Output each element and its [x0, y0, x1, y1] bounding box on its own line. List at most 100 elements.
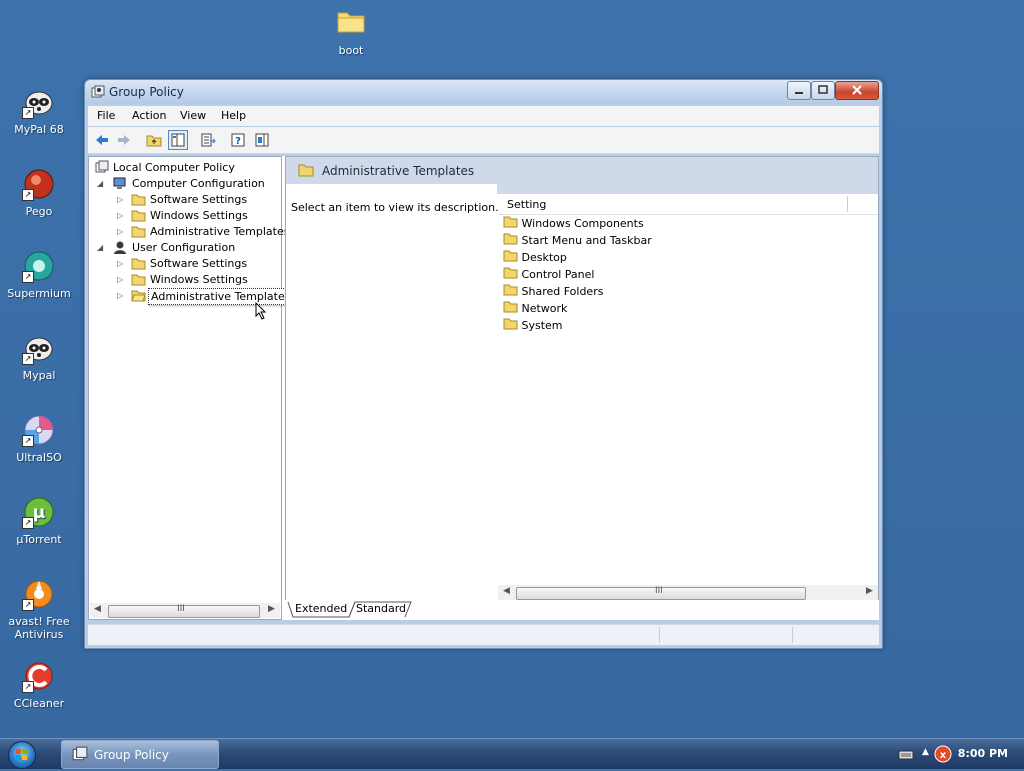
- svg-text:µ: µ: [33, 503, 46, 523]
- collapsed-arrow-icon[interactable]: ▷: [117, 256, 125, 271]
- details-title: Administrative Templates: [322, 164, 475, 178]
- taskbar-button-group-policy[interactable]: Group Policy: [61, 740, 219, 769]
- shortcut-arrow-icon: ↗: [22, 599, 34, 611]
- show-hidden-icons-arrow-icon[interactable]: ▲: [922, 747, 929, 757]
- setting-column-header[interactable]: Setting: [498, 194, 878, 215]
- list-item-control-panel[interactable]: Control Panel: [503, 266, 594, 283]
- show-hide-tree-button[interactable]: [168, 130, 188, 150]
- help-button[interactable]: ?: [229, 131, 247, 149]
- expanded-arrow-icon[interactable]: ◢: [97, 176, 105, 191]
- desktop-icon-ultraiso[interactable]: ↗ UltraISO: [0, 413, 78, 464]
- utorrent-icon: µ ↗: [22, 495, 56, 529]
- up-one-level-button[interactable]: [145, 131, 163, 149]
- scroll-thumb[interactable]: III: [516, 586, 806, 600]
- windows-logo-icon: [16, 749, 27, 760]
- minimize-button[interactable]: [787, 81, 811, 100]
- group-policy-icon: [91, 85, 105, 99]
- desktop-icon-utorrent[interactable]: µ ↗ µTorrent: [0, 495, 78, 546]
- folder-icon: [131, 226, 146, 238]
- tree-horizontal-scrollbar[interactable]: ◀ III ▶: [90, 603, 280, 618]
- app-tray-icon[interactable]: x: [934, 745, 952, 763]
- start-button[interactable]: [8, 741, 36, 769]
- menu-view[interactable]: View: [180, 109, 206, 122]
- scroll-left-arrow-icon[interactable]: ◀: [503, 586, 510, 596]
- scroll-grip: III: [177, 604, 185, 614]
- clock[interactable]: 8:00 PM: [958, 747, 1008, 760]
- list-item-shared-folders[interactable]: Shared Folders: [503, 283, 603, 300]
- folder-icon: [131, 274, 146, 286]
- collapsed-arrow-icon[interactable]: ▷: [117, 208, 125, 223]
- scroll-thumb[interactable]: III: [108, 604, 260, 618]
- desktop-icon-mypal68[interactable]: ↗ MyPal 68: [0, 85, 78, 136]
- keyboard-icon[interactable]: [898, 749, 914, 761]
- back-button[interactable]: [93, 131, 111, 149]
- tab-extended[interactable]: Extended: [295, 602, 347, 615]
- collapsed-arrow-icon[interactable]: ▷: [117, 272, 125, 287]
- computer-icon: [113, 177, 126, 189]
- policy-icon: [95, 160, 109, 173]
- tab-standard[interactable]: Standard: [356, 602, 406, 615]
- folder-icon: [503, 233, 518, 245]
- details-horizontal-scrollbar[interactable]: ◀ III ▶: [498, 585, 878, 600]
- mouse-cursor-icon: [255, 302, 267, 320]
- toolbar: ?: [88, 127, 879, 154]
- folder-icon: [503, 216, 518, 228]
- list-item-label: Network: [521, 302, 568, 315]
- status-separator: [659, 627, 660, 643]
- collapsed-arrow-icon[interactable]: ▷: [117, 192, 125, 207]
- status-bar: [88, 624, 879, 645]
- collapsed-arrow-icon[interactable]: ▷: [117, 288, 125, 303]
- scroll-right-arrow-icon[interactable]: ▶: [866, 586, 873, 596]
- column-separator[interactable]: [847, 196, 848, 212]
- export-list-button[interactable]: [199, 131, 217, 149]
- desktop-icon-avast[interactable]: ↗ avast! Free Antivirus: [0, 577, 78, 641]
- desktop-icon-label: MyPal 68: [14, 123, 64, 136]
- collapsed-arrow-icon[interactable]: ▷: [117, 224, 125, 239]
- scroll-left-arrow-icon[interactable]: ◀: [94, 604, 101, 614]
- desktop-icon-label: CCleaner: [13, 697, 65, 710]
- desktop-icon-label: Pego: [25, 205, 53, 218]
- details-pane: Administrative Templates Select an item …: [285, 156, 879, 620]
- avast-icon: ↗: [22, 577, 56, 611]
- tree-label: Administrative Templates: [148, 288, 294, 305]
- menu-help[interactable]: Help: [221, 109, 246, 122]
- desktop-icon-supermium[interactable]: ↗ Supermium: [0, 249, 78, 300]
- desktop-icon-mypal[interactable]: ↗ Mypal: [0, 331, 78, 382]
- desktop-icon-ccleaner[interactable]: ↗ CCleaner: [0, 659, 78, 710]
- list-item-desktop[interactable]: Desktop: [503, 249, 567, 266]
- list-item-start-menu-and-taskbar[interactable]: Start Menu and Taskbar: [503, 232, 652, 249]
- list-item-network[interactable]: Network: [503, 300, 567, 317]
- folder-icon: [503, 284, 518, 296]
- tree-label: Software Settings: [150, 257, 248, 270]
- tree-label: Local Computer Policy: [113, 161, 235, 174]
- taskbar-button-label: Group Policy: [94, 748, 169, 762]
- close-button[interactable]: [835, 81, 879, 100]
- desktop-icon-pego[interactable]: ↗ Pego: [0, 167, 78, 218]
- raccoon-icon: ↗: [22, 331, 56, 365]
- list-item-label: Windows Components: [521, 217, 644, 230]
- menu-file[interactable]: File: [97, 109, 115, 122]
- forward-button[interactable]: [115, 131, 133, 149]
- list-item-windows-components[interactable]: Windows Components: [503, 215, 644, 232]
- folder-icon: [298, 164, 314, 177]
- shortcut-arrow-icon: ↗: [22, 271, 34, 283]
- folder-icon: [334, 6, 368, 40]
- system-tray: ▲ x 8:00 PM: [894, 739, 1024, 769]
- taskbar: Group Policy ▲ x 8:00 PM: [0, 738, 1024, 769]
- tree-label: Windows Settings: [150, 273, 248, 286]
- expanded-arrow-icon[interactable]: ◢: [97, 240, 105, 255]
- export-list-icon: [201, 133, 216, 147]
- show-hide-action-pane-button[interactable]: [253, 131, 271, 149]
- menu-action[interactable]: Action: [132, 109, 166, 122]
- maximize-button[interactable]: [811, 81, 835, 100]
- help-icon: ?: [231, 133, 245, 147]
- scroll-right-arrow-icon[interactable]: ▶: [268, 604, 275, 614]
- folder-icon: [503, 318, 518, 330]
- desktop-icon-boot[interactable]: boot: [312, 6, 390, 57]
- list-item-label: Start Menu and Taskbar: [521, 234, 652, 247]
- shortcut-arrow-icon: ↗: [22, 517, 34, 529]
- list-item-label: System: [521, 319, 563, 332]
- title-bar[interactable]: Group Policy: [85, 80, 882, 104]
- list-item-system[interactable]: System: [503, 317, 563, 334]
- svg-text:?: ?: [235, 136, 241, 147]
